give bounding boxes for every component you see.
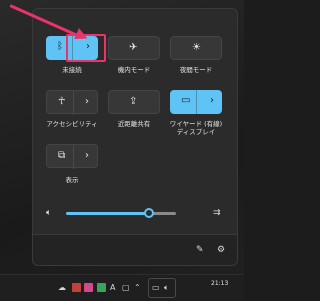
pencil-icon[interactable]: ✎: [196, 245, 204, 255]
tile-split: [73, 91, 74, 115]
clock-time: 21:13: [211, 280, 229, 287]
volume-slider-fill[interactable]: [66, 212, 150, 215]
volume-icon[interactable]: 🔈︎: [164, 283, 169, 293]
brightness-icon: ☀: [192, 42, 201, 53]
tile-airplane[interactable]: ✈: [108, 36, 160, 60]
tile-bluetooth-label: 未接続: [62, 66, 82, 74]
project-icon: ⧉: [58, 150, 66, 161]
tile-split: [73, 145, 74, 169]
tile-project-label: 表示: [65, 176, 79, 184]
tile-split: [196, 90, 197, 114]
panel-footer: [33, 234, 237, 265]
share-icon: ⇪: [129, 96, 138, 107]
audio-output-icon[interactable]: ⇉: [213, 208, 221, 218]
taskbar-clock[interactable]: 21:13: [211, 280, 228, 287]
app-icon-pink[interactable]: [84, 283, 93, 292]
speaker-icon[interactable]: 🔈︎: [46, 208, 51, 218]
tile-nearby-share-label: 近距離共有: [117, 120, 151, 128]
tile-nearby-share[interactable]: ⇪: [108, 90, 160, 114]
annotation-highlight-box: [66, 34, 106, 62]
chevron-right-icon[interactable]: ›: [210, 95, 214, 107]
tile-accessibility-label: アクセシビリティ: [46, 120, 98, 128]
tile-accessibility[interactable]: ☥ ›: [46, 90, 98, 115]
chat-icon[interactable]: ▢: [122, 283, 130, 293]
bluetooth-icon: ᛒ: [57, 41, 63, 52]
volume-slider-thumb[interactable]: [144, 208, 154, 218]
tile-night-mode[interactable]: ☀: [170, 36, 222, 60]
display-icon[interactable]: ▭: [152, 283, 160, 293]
chevron-right-icon[interactable]: ›: [85, 96, 89, 108]
tile-project[interactable]: ⧉ ›: [46, 144, 98, 169]
taskbar-text-a[interactable]: A: [110, 283, 115, 293]
taskbar: ☁ A ▢ ⌃ ▭ 🔈︎ 21:13: [0, 274, 244, 301]
tile-wired-display[interactable]: ▭ ›: [170, 90, 222, 114]
tile-night-mode-label: 夜間モード: [179, 66, 213, 74]
app-icon-green[interactable]: [97, 283, 106, 292]
cast-icon: ▭: [181, 95, 191, 106]
chevron-up-icon[interactable]: ⌃: [134, 283, 141, 293]
app-icon-red[interactable]: [72, 283, 81, 292]
gear-icon[interactable]: ⚙: [217, 245, 225, 255]
chevron-right-icon[interactable]: ›: [85, 150, 89, 162]
tile-wired-display-label: ワイヤード (有線) ディスプレイ: [169, 120, 223, 136]
airplane-icon: ✈: [129, 42, 138, 53]
accessibility-icon: ☥: [58, 96, 66, 107]
tile-airplane-label: 機内モード: [117, 66, 151, 74]
cloud-icon[interactable]: ☁: [58, 283, 66, 293]
